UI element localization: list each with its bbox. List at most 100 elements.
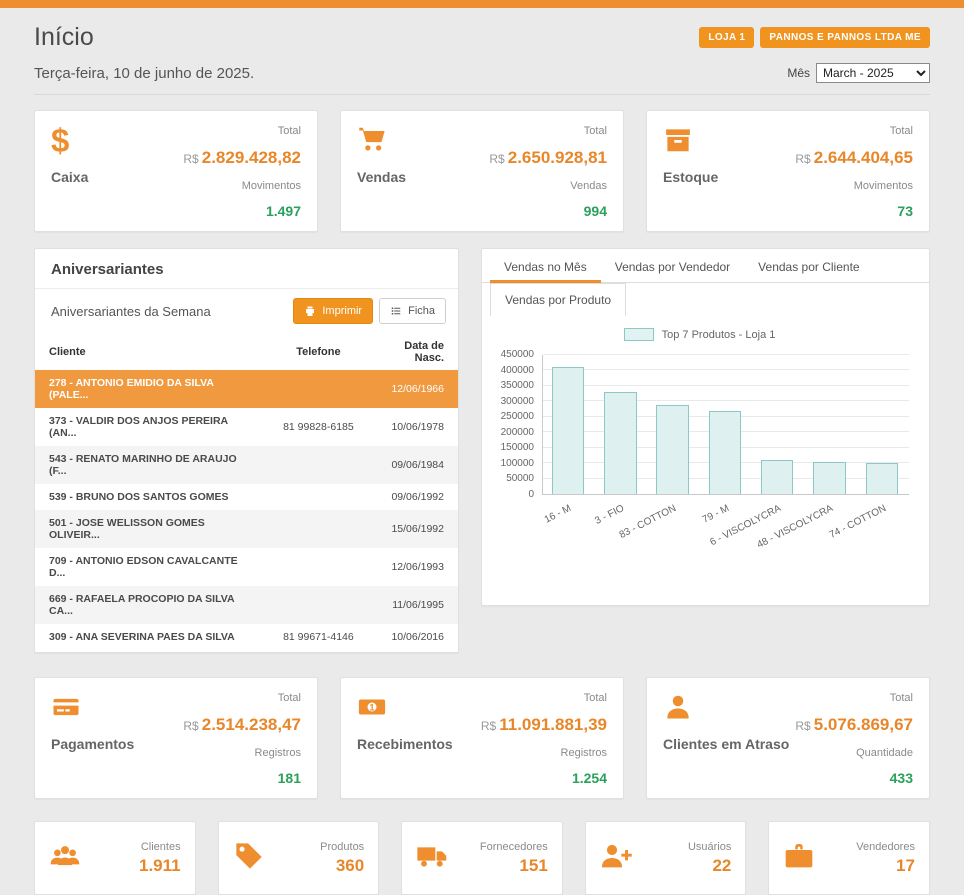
total-label: Total	[489, 125, 607, 137]
birthday-row[interactable]: 669 - RAFAELA PROCOPIO DA SILVA CA... 11/…	[35, 586, 458, 624]
birthday-row[interactable]: 709 - ANTONIO EDSON CAVALCANTE D...12/06…	[35, 548, 458, 586]
legend-label: Top 7 Produtos - Loja 1	[662, 329, 776, 341]
x-axis-tick-label: 6 - VISCOLYCRA	[689, 503, 783, 558]
store-badge-company[interactable]: PANNOS E PANNOS LTDA ME	[760, 27, 930, 48]
page-title: Início	[34, 23, 94, 52]
mini-card-label: Produtos	[320, 841, 364, 853]
cell-nascimento: 12/06/1966	[369, 370, 458, 408]
month-select[interactable]: March - 2025	[816, 63, 930, 83]
tab-vendas-por-cliente[interactable]: Vendas por Cliente	[744, 249, 873, 282]
mini-card-value: 17	[856, 856, 915, 876]
stat-cards-mid-row: PagamentosTotalR$2.514.238,47Registros18…	[34, 677, 930, 799]
cell-telefone	[268, 510, 370, 548]
stat-card-recebimentos: 1RecebimentosTotalR$11.091.881,39Registr…	[340, 677, 624, 799]
birthday-row[interactable]: 501 - JOSE WELISSON GOMES OLIVEIR... 15/0…	[35, 510, 458, 548]
cell-cliente: 278 - ANTONIO EMIDIO DA SILVA (PALE...	[35, 370, 268, 408]
sub-label: Vendas	[489, 180, 607, 192]
bar-83 - COTTON	[656, 405, 688, 494]
mini-card-label: Usuários	[688, 841, 731, 853]
stat-card-title: Clientes em Atraso	[663, 736, 789, 752]
y-axis: 0500001000001500002000002500003000003500…	[490, 355, 542, 495]
birthday-row[interactable]: 278 - ANTONIO EMIDIO DA SILVA (PALE... 12…	[35, 370, 458, 408]
x-axis-tick-label: 48 - VISCOLYCRA	[741, 503, 835, 558]
total-value: R$2.650.928,81	[489, 148, 607, 168]
ficha-button[interactable]: Ficha	[379, 298, 446, 324]
x-axis-tick-label: 3 - FIO	[532, 503, 626, 558]
store-badges: LOJA 1 PANNOS E PANNOS LTDA ME	[699, 27, 930, 48]
total-value: R$2.644.404,65	[795, 148, 913, 168]
middle-row: Aniversariantes Aniversariantes da Seman…	[34, 248, 930, 653]
mini-card-usuarios[interactable]: Usuários 22	[585, 821, 747, 895]
current-date-text: Terça-feira, 10 de junho de 2025.	[34, 65, 254, 82]
mini-card-value: 22	[688, 856, 731, 876]
mini-card-clientes[interactable]: Clientes1.911	[34, 821, 196, 895]
mini-card-value: 1.911	[139, 856, 181, 876]
x-axis-tick-label: 79 - M	[636, 503, 730, 558]
birthdays-table-header: ClienteTelefoneData de Nasc.	[35, 333, 458, 370]
store-badge-loja[interactable]: LOJA 1	[699, 27, 754, 48]
gridline	[543, 385, 909, 386]
mini-card-value: 151	[480, 856, 548, 876]
stat-card-title: Pagamentos	[51, 736, 134, 752]
gridline	[543, 369, 909, 370]
cell-cliente: 373 - VALDIR DOS ANJOS PEREIRA (AN...	[35, 408, 268, 446]
mini-cards-row: Clientes1.911 Produtos360 Fornecedores 151 U…	[34, 821, 930, 895]
credit-card-icon	[51, 692, 134, 728]
cell-nascimento: 10/06/2016	[369, 624, 458, 650]
birthdays-table: ClienteTelefoneData de Nasc. 278 - ANTON…	[35, 333, 458, 650]
cell-cliente: 501 - JOSE WELISSON GOMES OLIVEIR...	[35, 510, 268, 548]
aniversariantes-subtitle: Aniversariantes da Semana	[51, 304, 211, 319]
birthday-row[interactable]: 543 - RENATO MARINHO DE ARAUJO (F...09/0…	[35, 446, 458, 484]
total-label: Total	[183, 125, 301, 137]
cell-telefone	[268, 370, 370, 408]
tab-vendas-no-mês[interactable]: Vendas no Mês	[490, 249, 601, 283]
mini-card-label: Fornecedores	[480, 841, 548, 853]
bar-48 - VISCOLYCRA	[813, 462, 845, 494]
total-label: Total	[481, 692, 607, 704]
legend-swatch	[624, 328, 654, 341]
sub-label: Quantidade	[795, 747, 913, 759]
y-axis-tick-label: 400000	[501, 366, 534, 376]
birthday-row[interactable]: 373 - VALDIR DOS ANJOS PEREIRA (AN...81 …	[35, 408, 458, 446]
y-axis-tick-label: 450000	[501, 350, 534, 360]
cell-cliente: 539 - BRUNO DOS SANTOS GOMES	[35, 484, 268, 510]
total-label: Total	[795, 125, 913, 137]
cell-nascimento: 15/06/1992	[369, 510, 458, 548]
dollar-icon: $	[51, 125, 88, 161]
mini-card-produtos[interactable]: Produtos360	[218, 821, 380, 895]
x-axis: 16 - M3 - FIO83 - COTTON79 - M6 - VISCOL…	[542, 495, 909, 551]
sub-value: 1.497	[183, 203, 301, 219]
aniversariantes-subheader: Aniversariantes da Semana Imprimir Ficha	[35, 289, 458, 333]
month-label: Mês	[787, 66, 810, 80]
cell-cliente: 669 - RAFAELA PROCOPIO DA SILVA CA...	[35, 586, 268, 624]
sales-subtab-row: Vendas por Produto	[482, 283, 929, 316]
sub-value: 1.254	[481, 770, 607, 786]
stat-card-vendas: VendasTotalR$2.650.928,81Vendas994	[340, 110, 624, 232]
mini-card-vendedores[interactable]: Vendedores17	[768, 821, 930, 895]
mini-card-fornecedores[interactable]: Fornecedores 151	[401, 821, 563, 895]
cart-icon	[357, 125, 406, 161]
bar-chart: Top 7 Produtos - Loja 1 0500001000001500…	[482, 316, 929, 551]
x-axis-tick-label: 16 - M	[479, 503, 573, 558]
stat-card-clientes-em-atraso: Clientes em Atraso Total R$5.076.869,67 Qua…	[646, 677, 930, 799]
y-axis-tick-label: 200000	[501, 428, 534, 438]
total-label: Total	[795, 692, 913, 704]
stat-card-estoque: EstoqueTotalR$2.644.404,65Movimentos73	[646, 110, 930, 232]
printer-icon	[304, 305, 316, 317]
gridline	[543, 400, 909, 401]
cell-telefone: 81 99671-4146	[268, 624, 370, 650]
total-value: R$11.091.881,39	[481, 715, 607, 735]
tab-vendas-por-produto[interactable]: Vendas por Produto	[490, 283, 626, 316]
person-icon	[663, 692, 789, 728]
bar-3 - FIO	[604, 392, 636, 494]
y-axis-tick-label: 250000	[501, 412, 534, 422]
tab-vendas-por-vendedor[interactable]: Vendas por Vendedor	[601, 249, 744, 282]
cell-nascimento: 11/06/1995	[369, 586, 458, 624]
birthday-row[interactable]: 539 - BRUNO DOS SANTOS GOMES09/06/1992	[35, 484, 458, 510]
total-value: R$5.076.869,67	[795, 715, 913, 735]
birthday-row[interactable]: 309 - ANA SEVERINA PAES DA SILVA81 99671…	[35, 624, 458, 650]
aniversariantes-title: Aniversariantes	[35, 249, 458, 289]
imprimir-button[interactable]: Imprimir	[293, 298, 373, 324]
box-icon	[663, 125, 718, 161]
bar-74 - COTTON	[866, 463, 898, 494]
